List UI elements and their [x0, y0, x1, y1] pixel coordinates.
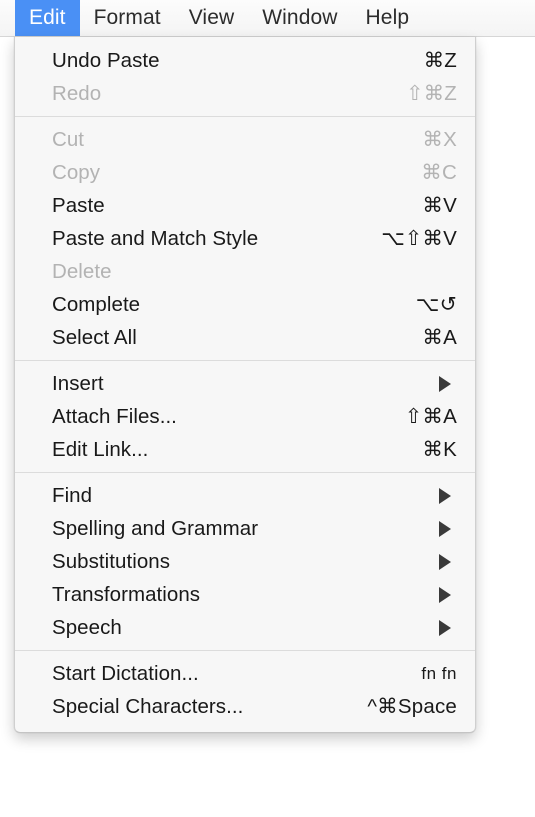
menu-item-label: Transformations	[52, 582, 201, 606]
menu-section: Start Dictation... fn fn Special Character…	[15, 657, 475, 723]
menu-item-label: Paste	[52, 193, 105, 217]
chevron-right-icon	[439, 553, 451, 570]
menu-item-shortcut: ⌘Z	[423, 49, 457, 72]
menu-item-insert[interactable]: Insert	[15, 367, 475, 400]
chevron-right-icon	[439, 375, 451, 392]
menu-item-redo: Redo ⇧⌘Z	[15, 77, 475, 110]
menu-item-shortcut: ⌘V	[422, 194, 457, 217]
menu-section: Undo Paste ⌘Z Redo ⇧⌘Z	[15, 44, 475, 110]
menu-item-label: Substitutions	[52, 549, 171, 573]
menubar-item-format[interactable]: Format	[80, 0, 175, 36]
menu-separator	[15, 472, 475, 473]
menu-item-label: Redo	[52, 81, 102, 105]
menu-item-transformations[interactable]: Transformations	[15, 578, 475, 611]
menu-item-copy: Copy ⌘C	[15, 156, 475, 189]
menu-section: Find Spelling and Grammar Substitutions Tra…	[15, 479, 475, 644]
menu-item-label: Copy	[52, 160, 101, 184]
menu-section: Cut ⌘X Copy ⌘C Paste ⌘V Paste and Match Style ⌥…	[15, 123, 475, 354]
menu-item-special-characters[interactable]: Special Characters... ^⌘Space	[15, 690, 475, 723]
menu-item-shortcut: ⌥⇧⌘V	[381, 227, 457, 250]
menu-item-cut: Cut ⌘X	[15, 123, 475, 156]
menu-item-shortcut: ⌘A	[422, 326, 457, 349]
menu-item-attach-files[interactable]: Attach Files... ⇧⌘A	[15, 400, 475, 433]
menu-item-label: Cut	[52, 127, 85, 151]
menu-item-speech[interactable]: Speech	[15, 611, 475, 644]
menu-item-label: Undo Paste	[52, 48, 160, 72]
menu-item-complete[interactable]: Complete ⌥↺	[15, 288, 475, 321]
menu-item-label: Attach Files...	[52, 404, 177, 428]
menu-item-paste[interactable]: Paste ⌘V	[15, 189, 475, 222]
menu-item-substitutions[interactable]: Substitutions	[15, 545, 475, 578]
menu-item-label: Delete	[52, 259, 112, 283]
menubar-item-window[interactable]: Window	[248, 0, 351, 36]
menu-item-select-all[interactable]: Select All ⌘A	[15, 321, 475, 354]
menu-item-undo-paste[interactable]: Undo Paste ⌘Z	[15, 44, 475, 77]
menu-item-label: Edit Link...	[52, 437, 149, 461]
menu-separator	[15, 650, 475, 651]
menubar-item-view[interactable]: View	[175, 0, 249, 36]
menu-item-label: Spelling and Grammar	[52, 516, 259, 540]
chevron-right-icon	[439, 586, 451, 603]
menu-item-label: Special Characters...	[52, 694, 244, 718]
menu-item-label: Insert	[52, 371, 104, 395]
menu-item-shortcut: ⌘X	[422, 128, 457, 151]
menu-item-shortcut: ⇧⌘Z	[406, 82, 457, 105]
menu-item-label: Select All	[52, 325, 137, 349]
edit-menu-dropdown: Undo Paste ⌘Z Redo ⇧⌘Z Cut ⌘X Copy ⌘C Paste ⌘V Pas…	[14, 37, 476, 733]
menu-item-label: Paste and Match Style	[52, 226, 259, 250]
menubar-item-help[interactable]: Help	[352, 0, 424, 36]
menu-item-delete: Delete	[15, 255, 475, 288]
menu-bar: Edit Format View Window Help	[0, 0, 535, 37]
menu-item-find[interactable]: Find	[15, 479, 475, 512]
menu-section: Insert Attach Files... ⇧⌘A Edit Link... ⌘K	[15, 367, 475, 466]
menu-item-paste-and-match-style[interactable]: Paste and Match Style ⌥⇧⌘V	[15, 222, 475, 255]
menu-item-shortcut: ⌥↺	[415, 293, 457, 316]
menu-item-shortcut: ⌘C	[421, 161, 457, 184]
menu-item-label: Find	[52, 483, 93, 507]
menu-item-edit-link[interactable]: Edit Link... ⌘K	[15, 433, 475, 466]
menu-separator	[15, 360, 475, 361]
menu-item-spelling-and-grammar[interactable]: Spelling and Grammar	[15, 512, 475, 545]
chevron-right-icon	[439, 520, 451, 537]
menubar-item-edit[interactable]: Edit	[15, 0, 80, 36]
chevron-right-icon	[439, 487, 451, 504]
menu-item-shortcut: ⌘K	[422, 438, 457, 461]
menu-item-label: Start Dictation...	[52, 661, 199, 685]
menu-item-label: Speech	[52, 615, 122, 639]
menu-item-shortcut: ⇧⌘A	[405, 405, 457, 428]
menu-item-shortcut: fn fn	[421, 663, 457, 683]
menu-item-shortcut: ^⌘Space	[367, 695, 457, 718]
menu-item-label: Complete	[52, 292, 141, 316]
menu-separator	[15, 116, 475, 117]
chevron-right-icon	[439, 619, 451, 636]
menu-item-start-dictation[interactable]: Start Dictation... fn fn	[15, 657, 475, 690]
